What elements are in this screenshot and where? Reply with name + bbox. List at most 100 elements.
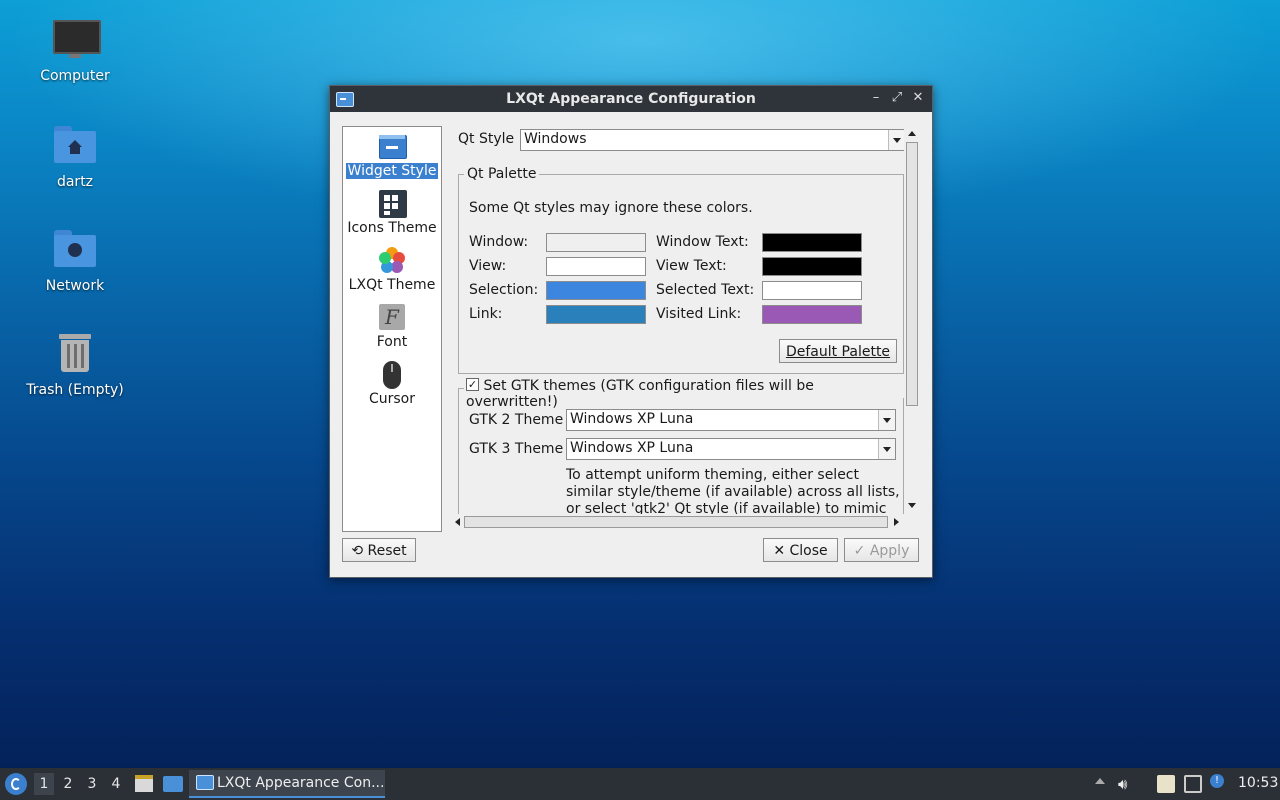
widget-style-icon bbox=[378, 133, 407, 161]
reset-button[interactable]: ⟲ Reset bbox=[342, 538, 416, 562]
palette-note: Some Qt styles may ignore these colors. bbox=[469, 200, 753, 216]
sidebar-item-label: Font bbox=[376, 334, 408, 350]
sidebar-item-label: Cursor bbox=[368, 391, 416, 407]
view-text-color-swatch[interactable] bbox=[762, 257, 862, 276]
visited-link-color-label: Visited Link: bbox=[656, 306, 742, 322]
appearance-config-window: LXQt Appearance Configuration – ⤢ ✕ Widg… bbox=[329, 85, 933, 578]
desktop-icon-network[interactable]: Network bbox=[20, 226, 130, 294]
qt-style-value: Windows bbox=[524, 131, 587, 147]
scroll-left-arrow-icon[interactable] bbox=[452, 516, 464, 528]
workspace-3[interactable]: 3 bbox=[82, 776, 102, 792]
scroll-right-arrow-icon[interactable] bbox=[890, 516, 902, 528]
sidebar-item-icons-theme[interactable]: Icons Theme bbox=[343, 190, 441, 236]
selected-text-color-swatch[interactable] bbox=[762, 281, 862, 300]
workspace-4[interactable]: 4 bbox=[106, 776, 126, 792]
workspace-1[interactable]: 1 bbox=[34, 773, 54, 795]
chevron-down-icon bbox=[878, 410, 895, 430]
desktop-icon-label: Computer bbox=[40, 68, 110, 84]
chevron-down-icon bbox=[888, 130, 904, 150]
selection-color-swatch[interactable] bbox=[546, 281, 646, 300]
desktop-icon-computer[interactable]: Computer bbox=[20, 16, 130, 84]
sidebar-item-font[interactable]: F Font bbox=[343, 304, 441, 350]
gtk2-theme-value: Windows XP Luna bbox=[570, 411, 694, 427]
close-button[interactable]: ✕ Close bbox=[763, 538, 838, 562]
gtk-hint-line: To attempt uniform theming, either selec… bbox=[566, 467, 859, 483]
task-button-appearance[interactable]: LXQt Appearance Con... bbox=[189, 770, 385, 798]
apply-label: Apply bbox=[869, 543, 910, 559]
clock[interactable]: 10:53 bbox=[1238, 775, 1278, 791]
gtk2-theme-label: GTK 2 Theme bbox=[469, 412, 564, 428]
maximize-button[interactable]: ⤢ bbox=[889, 90, 905, 106]
widget-style-icon bbox=[196, 775, 214, 790]
gtk3-theme-value: Windows XP Luna bbox=[570, 440, 694, 456]
show-desktop-icon[interactable] bbox=[163, 776, 183, 792]
icons-theme-icon bbox=[378, 190, 407, 218]
vertical-scrollbar[interactable] bbox=[904, 126, 920, 514]
minimize-button[interactable]: – bbox=[868, 90, 884, 106]
window-title: LXQt Appearance Configuration bbox=[506, 91, 756, 107]
volume-icon[interactable]: 🔊︎ bbox=[1118, 775, 1136, 793]
scroll-down-arrow-icon[interactable] bbox=[906, 500, 918, 512]
network-icon[interactable] bbox=[1184, 775, 1202, 793]
sidebar-item-label: LXQt Theme bbox=[348, 277, 436, 293]
cursor-icon bbox=[378, 361, 406, 389]
trash-icon bbox=[51, 330, 99, 378]
apply-button[interactable]: ✓ Apply bbox=[844, 538, 919, 562]
qt-style-select[interactable]: Windows bbox=[520, 129, 904, 151]
gtk-hint-line: similar style/theme (if available) acros… bbox=[566, 484, 900, 500]
scroll-thumb[interactable] bbox=[464, 516, 888, 528]
view-color-label: View: bbox=[469, 258, 507, 274]
gtk-themes-checkbox[interactable]: ✓ bbox=[466, 377, 479, 391]
scroll-up-arrow-icon[interactable] bbox=[906, 128, 918, 140]
main-menu-icon[interactable] bbox=[5, 773, 27, 795]
gtk3-theme-select[interactable]: Windows XP Luna bbox=[566, 438, 896, 460]
scroll-thumb[interactable] bbox=[906, 142, 918, 406]
sidebar-item-lxqt-theme[interactable]: LXQt Theme bbox=[343, 247, 441, 293]
taskbar: 1 2 3 4 LXQt Appearance Con... 🔊︎ ! 10:5… bbox=[0, 768, 1280, 800]
font-icon: F bbox=[378, 304, 406, 332]
update-notifier-icon[interactable]: ! bbox=[1210, 774, 1224, 788]
view-color-swatch[interactable] bbox=[546, 257, 646, 276]
gtk2-theme-select[interactable]: Windows XP Luna bbox=[566, 409, 896, 431]
workspace-2[interactable]: 2 bbox=[58, 776, 78, 792]
close-label: Close bbox=[789, 543, 828, 559]
window-color-swatch[interactable] bbox=[546, 233, 646, 252]
file-manager-icon[interactable] bbox=[135, 775, 153, 792]
close-window-button[interactable]: ✕ bbox=[910, 90, 926, 106]
sidebar-item-label: Icons Theme bbox=[347, 220, 437, 236]
desktop-icon-trash[interactable]: Trash (Empty) bbox=[20, 330, 130, 398]
desktop-icon-dartz[interactable]: dartz bbox=[20, 122, 130, 190]
default-palette-label: Default Palette bbox=[785, 344, 891, 360]
window-text-color-swatch[interactable] bbox=[762, 233, 862, 252]
home-folder-icon bbox=[51, 122, 99, 170]
qt-style-label: Qt Style bbox=[458, 131, 515, 147]
sidebar-item-label: Widget Style bbox=[345, 163, 439, 179]
gtk-theming-hint: To attempt uniform theming, either selec… bbox=[566, 467, 900, 514]
desktop-icon-label: Trash (Empty) bbox=[26, 382, 124, 398]
gtk-themes-checkbox-row[interactable]: ✓ Set GTK themes (GTK configuration file… bbox=[464, 377, 904, 410]
selected-text-color-label: Selected Text: bbox=[656, 282, 755, 298]
close-icon: ✕ bbox=[773, 543, 786, 559]
sidebar-item-cursor[interactable]: Cursor bbox=[343, 361, 441, 407]
view-text-color-label: View Text: bbox=[656, 258, 727, 274]
desktop-icon-label: Network bbox=[45, 278, 105, 294]
default-palette-button[interactable]: Default Palette bbox=[779, 339, 897, 363]
qt-palette-title: Qt Palette bbox=[464, 166, 540, 182]
link-color-swatch[interactable] bbox=[546, 305, 646, 324]
chevron-down-icon bbox=[878, 439, 895, 459]
undo-icon: ⟲ bbox=[351, 543, 364, 559]
title-bar[interactable]: LXQt Appearance Configuration – ⤢ ✕ bbox=[330, 86, 932, 112]
category-sidebar: Widget Style Icons Theme LXQt Theme F Fo… bbox=[342, 126, 442, 532]
lxqt-theme-icon bbox=[378, 247, 406, 275]
visited-link-color-swatch[interactable] bbox=[762, 305, 862, 324]
computer-icon bbox=[51, 16, 101, 64]
gtk-hint-line: or select 'gtk2' Qt style (if available)… bbox=[566, 501, 887, 514]
link-color-label: Link: bbox=[469, 306, 503, 322]
reset-label: Reset bbox=[367, 543, 407, 559]
horizontal-scrollbar[interactable] bbox=[450, 514, 904, 530]
sidebar-item-widget-style[interactable]: Widget Style bbox=[343, 133, 441, 179]
task-button-label: LXQt Appearance Con... bbox=[217, 775, 385, 791]
clipboard-icon[interactable] bbox=[1157, 775, 1175, 793]
check-icon: ✓ bbox=[853, 543, 866, 559]
tray-expand-icon[interactable] bbox=[1091, 775, 1109, 793]
